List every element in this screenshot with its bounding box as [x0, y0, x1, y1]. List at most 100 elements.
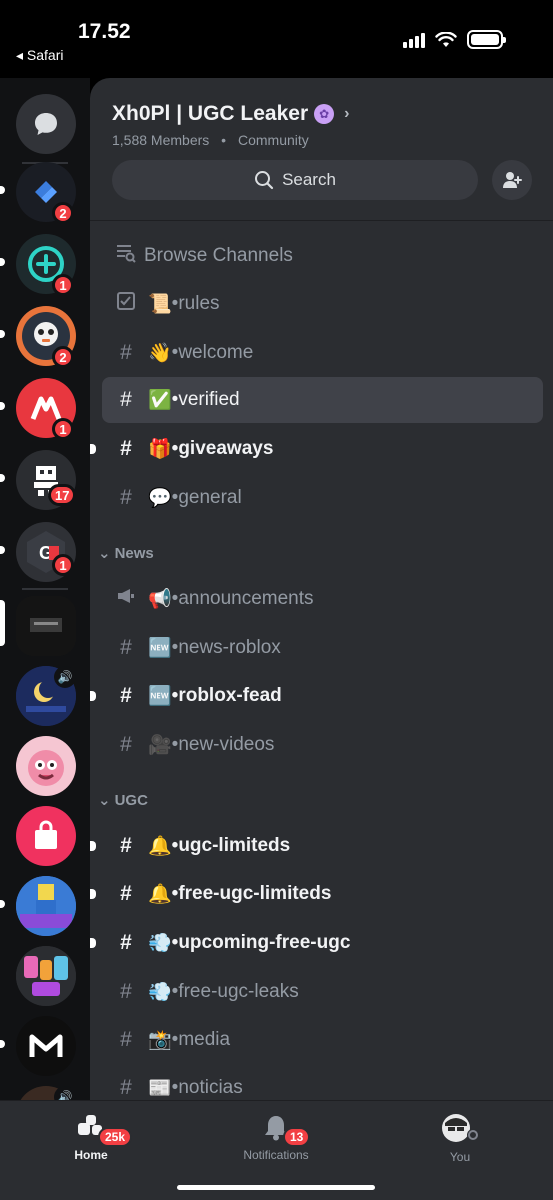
channel-emoji: 🔔: [148, 836, 172, 857]
boost-badge-icon: ✿: [314, 104, 335, 124]
search-label: Search: [282, 170, 336, 189]
avatar: [442, 1114, 479, 1142]
signal-icon: [403, 32, 425, 48]
channel-emoji: 👋: [148, 343, 172, 364]
server-name: Xh0Pl | UGC Leaker: [112, 102, 309, 125]
add-user-icon: [503, 172, 522, 188]
server-unread-pill: [0, 402, 5, 410]
search-button[interactable]: Search: [112, 160, 478, 200]
shopping-bag-icon: [35, 820, 57, 849]
status-time: 17.52: [78, 20, 131, 43]
browse-channels-item[interactable]: Browse Channels: [102, 233, 543, 279]
channel-upcoming-free-ugc[interactable]: # 💨 •upcoming-free-ugc: [102, 920, 543, 966]
server-icon-elf[interactable]: [16, 946, 76, 1006]
member-count: 1,588 Members: [112, 132, 210, 148]
megaphone-icon: [102, 587, 144, 611]
channel-name: •free-ugc-leaks: [171, 981, 299, 1002]
home-badge: 25k: [98, 1127, 133, 1147]
server-unread-pill: [0, 1040, 5, 1048]
tab-label: You: [449, 1150, 471, 1164]
tab-notifications[interactable]: Notifications: [216, 1113, 336, 1162]
channel-name: •ugc-limiteds: [171, 835, 291, 856]
server-badge: 2: [52, 202, 74, 224]
header-divider: [90, 220, 553, 221]
server-badge: 2: [52, 346, 74, 368]
channel-emoji: ✅: [148, 390, 172, 411]
server-badge: 1: [52, 274, 74, 296]
channel-giveaways[interactable]: # 🎁 •giveaways: [102, 426, 543, 472]
invite-members-button[interactable]: [492, 160, 532, 200]
channel-rules[interactable]: 📜 •rules: [102, 281, 543, 327]
server-banner-icon: [16, 596, 76, 656]
direct-messages-button[interactable]: [16, 94, 76, 154]
tab-you[interactable]: You: [400, 1113, 520, 1164]
channel-name: •noticias: [171, 1077, 243, 1098]
browse-channels-label: Browse Channels: [144, 245, 293, 266]
channel-ugc-limiteds[interactable]: # 🔔 •ugc-limiteds: [102, 823, 543, 869]
channel-welcome[interactable]: # 👋 •welcome: [102, 330, 543, 376]
channel-name: •upcoming-free-ugc: [171, 932, 351, 953]
pink-character-icon: [28, 750, 64, 786]
server-header[interactable]: Xh0Pl | UGC Leaker ✿ ›: [112, 102, 349, 126]
server-badge: 17: [48, 484, 77, 506]
channel-announcements[interactable]: 📢 •announcements: [102, 576, 543, 622]
status-bar: 17.52 ◂ Safari: [0, 0, 553, 70]
channel-verified[interactable]: # ✅ •verified: [102, 377, 543, 423]
chevron-down-icon: ⌄: [98, 792, 111, 809]
category-label: UGC: [114, 791, 148, 809]
server-subtitle: 1,588 Members • Community: [112, 132, 309, 148]
server-icon-m-logo[interactable]: [16, 1016, 76, 1076]
channel-name: •new-videos: [171, 734, 275, 755]
server-badge: 1: [52, 418, 74, 440]
tab-label: Notifications: [243, 1148, 309, 1162]
channel-free-ugc-limiteds[interactable]: # 🔔 •free-ugc-limiteds: [102, 871, 543, 917]
server-unread-pill: [0, 546, 5, 554]
unread-indicator: [90, 691, 96, 701]
selected-server-pill: [0, 600, 5, 646]
hash-icon: #: [120, 1028, 132, 1051]
channel-name: •media: [171, 1029, 231, 1050]
server-icon-pink-character[interactable]: [16, 736, 76, 796]
channel-emoji: 📰: [148, 1078, 172, 1099]
unread-indicator: [90, 841, 96, 851]
server-icon-obby[interactable]: [16, 876, 76, 936]
hash-icon: #: [120, 437, 132, 460]
channel-roblox-fead[interactable]: # 🆕 •roblox-fead: [102, 673, 543, 719]
tab-home[interactable]: Home: [31, 1113, 151, 1162]
channel-new-videos[interactable]: # 🎥 •new-videos: [102, 722, 543, 768]
hash-icon: #: [120, 980, 132, 1003]
server-rail: 2 1 2 1 17 G 1 🔊 🔊: [0, 78, 90, 1100]
hash-icon: #: [120, 486, 132, 509]
chevron-down-icon: ⌄: [98, 545, 111, 562]
hash-icon: #: [120, 1076, 132, 1099]
hash-icon: #: [120, 341, 132, 364]
channel-media[interactable]: # 📸 •media: [102, 1017, 543, 1063]
wifi-icon: [435, 31, 457, 47]
search-icon: [255, 171, 274, 190]
channel-emoji: 💨: [148, 982, 172, 1003]
channel-emoji: 🆕: [148, 686, 172, 707]
channel-news-roblox[interactable]: # 🆕 •news-roblox: [102, 625, 543, 671]
notifications-badge: 13: [283, 1127, 311, 1147]
unread-indicator: [90, 444, 96, 454]
server-icon-selected[interactable]: [16, 596, 76, 656]
channel-panel: Xh0Pl | UGC Leaker ✿ › 1,588 Members • C…: [90, 78, 553, 1100]
channel-general[interactable]: # 💬 •general: [102, 475, 543, 521]
channel-emoji: 💨: [148, 933, 172, 954]
category-news[interactable]: ⌄ News: [98, 544, 154, 563]
hash-icon: #: [120, 834, 132, 857]
server-icon-shop[interactable]: [16, 806, 76, 866]
unread-indicator: [90, 889, 96, 899]
speaker-icon: 🔊: [54, 666, 76, 688]
home-indicator: [177, 1185, 375, 1190]
category-label: News: [114, 544, 154, 562]
channel-free-ugc-leaks[interactable]: # 💨 •free-ugc-leaks: [102, 969, 543, 1015]
category-ugc[interactable]: ⌄ UGC: [98, 791, 148, 810]
channel-noticias[interactable]: # 📰 •noticias: [102, 1065, 543, 1100]
hash-icon: #: [120, 684, 132, 707]
channel-emoji: 📢: [148, 589, 172, 610]
channel-emoji: 📜: [148, 294, 172, 315]
hash-icon: #: [120, 636, 132, 659]
channel-emoji: 🎁: [148, 439, 172, 460]
back-to-safari-link[interactable]: ◂ Safari: [16, 47, 64, 64]
